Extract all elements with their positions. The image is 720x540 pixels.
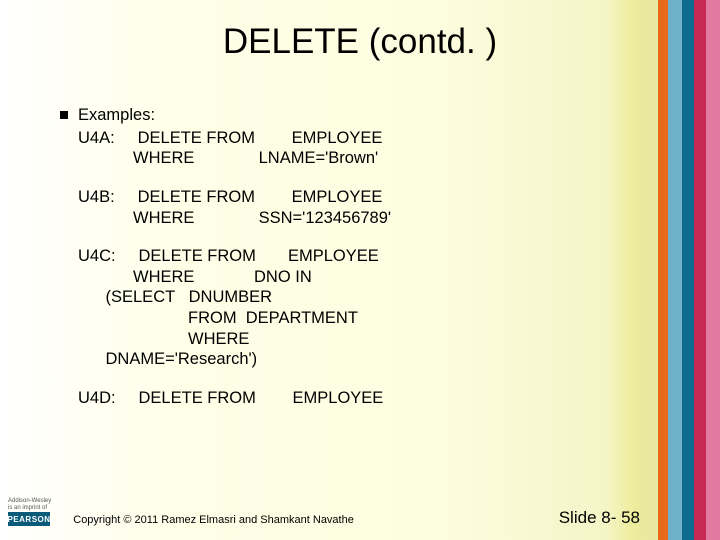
- publisher-line2: is an imprint of: [8, 505, 51, 511]
- example-u4b: U4B: DELETE FROM EMPLOYEE WHERE SSN='123…: [78, 187, 620, 228]
- decorative-stripes: [658, 0, 720, 540]
- stripe-pink: [706, 0, 720, 540]
- copyright-text: Copyright © 2011 Ramez Elmasri and Shamk…: [73, 514, 354, 526]
- slide: DELETE (contd. ) Examples: U4A: DELETE F…: [0, 0, 720, 540]
- slide-title: DELETE (contd. ): [0, 0, 720, 62]
- bullet-item: Examples:: [60, 105, 620, 126]
- stripe-orange: [658, 0, 668, 540]
- stripe-teal: [682, 0, 694, 540]
- publisher-badge: Addison-Wesley is an imprint of PEARSON: [8, 498, 51, 526]
- stripe-red: [694, 0, 706, 540]
- example-u4c: U4C: DELETE FROM EMPLOYEE WHERE DNO IN (…: [78, 246, 620, 370]
- pearson-logo: PEARSON: [8, 512, 50, 526]
- slide-number: Slide 8- 58: [559, 508, 640, 528]
- example-u4d: U4D: DELETE FROM EMPLOYEE: [78, 388, 620, 409]
- publisher-line1: Addison-Wesley: [8, 498, 51, 504]
- bullet-label: Examples:: [78, 105, 155, 126]
- slide-content: Examples: U4A: DELETE FROM EMPLOYEE WHER…: [60, 105, 620, 409]
- stripe-lightblue: [668, 0, 682, 540]
- square-bullet-icon: [60, 111, 68, 119]
- example-u4a: U4A: DELETE FROM EMPLOYEE WHERE LNAME='B…: [78, 128, 620, 169]
